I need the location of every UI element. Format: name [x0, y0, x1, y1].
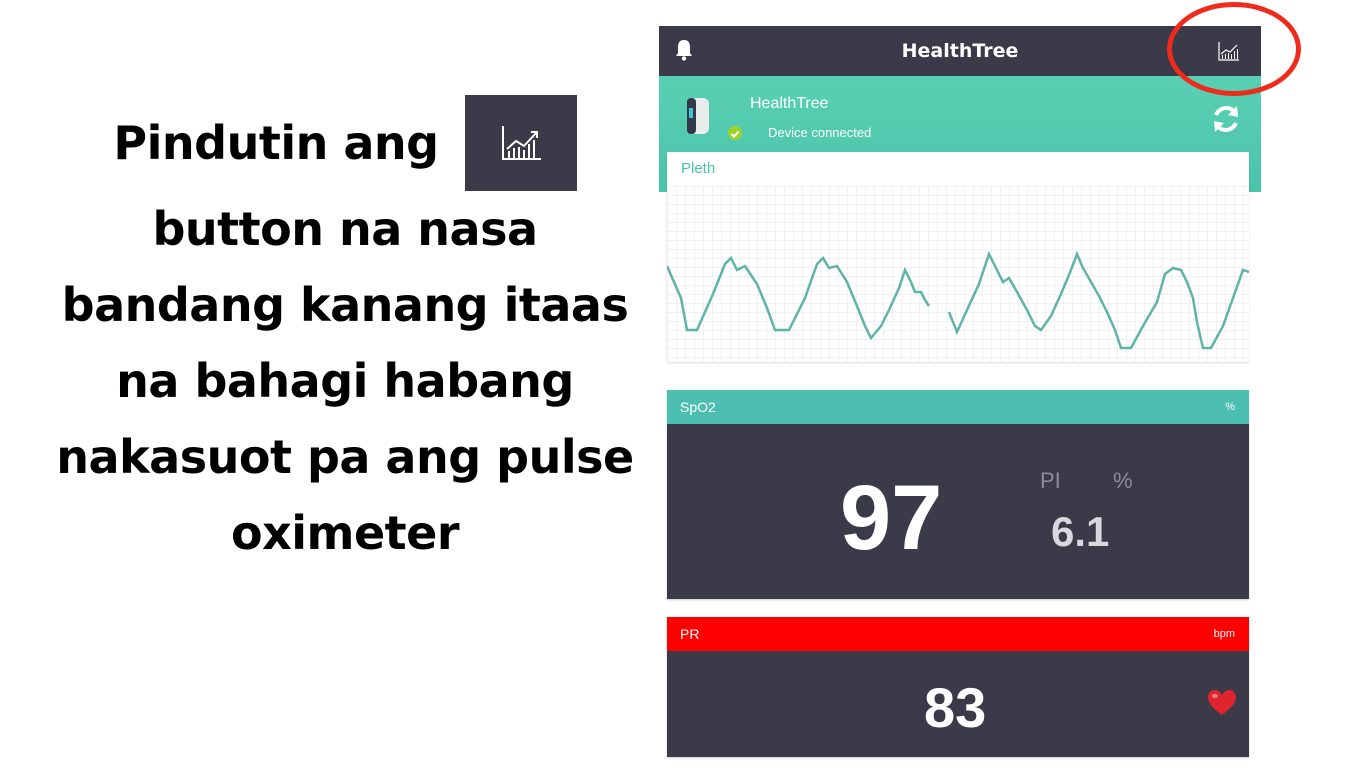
instruction-chart-button-image — [464, 95, 577, 191]
instruction-line: na bahagi habang — [116, 354, 574, 408]
spo2-unit: % — [1225, 401, 1235, 413]
instruction-line1-text: Pindutin ang — [113, 116, 439, 170]
pi-unit: % — [1113, 468, 1133, 493]
spo2-card-header: SpO2 % — [667, 390, 1249, 424]
heart-icon — [1208, 690, 1236, 715]
refresh-icon[interactable] — [1209, 102, 1243, 136]
instruction-line: nakasuot pa ang pulse — [56, 430, 634, 484]
highlight-circle — [1167, 2, 1301, 96]
pr-card-header: PR bpm — [667, 617, 1249, 651]
pi-label: PI — [1040, 468, 1061, 493]
instruction-line1: Pindutin ang — [40, 95, 650, 191]
device-status: Device connected — [768, 125, 872, 140]
bar-chart-trend-icon — [501, 126, 541, 160]
spo2-card: SpO2 % 97 PI % 6.1 — [667, 390, 1249, 599]
instruction-line: oximeter — [230, 506, 460, 560]
device-name: HealthTree — [750, 95, 829, 112]
instruction-text: Pindutin ang button na nasa bandang kana… — [40, 95, 650, 571]
spo2-label: SpO2 — [680, 399, 716, 415]
pleth-waveform — [667, 186, 1249, 362]
pr-unit: bpm — [1213, 628, 1235, 640]
app-title: HealthTree — [901, 40, 1019, 62]
bell-icon[interactable] — [673, 38, 695, 62]
pulse-oximeter-device-icon — [687, 98, 709, 134]
pr-value: 83 — [924, 676, 987, 739]
check-circle-icon — [728, 126, 742, 140]
pr-card: PR bpm 83 — [667, 617, 1249, 757]
pleth-panel: Pleth — [667, 152, 1249, 362]
healthtree-app: HealthTree HealthTree Device connected P… — [659, 26, 1261, 768]
instruction-line: bandang kanang itaas — [61, 278, 629, 332]
instruction-line: button na nasa — [152, 202, 538, 256]
pi-value: 6.1 — [1051, 508, 1110, 555]
pr-label: PR — [680, 626, 700, 642]
pleth-label: Pleth — [681, 160, 716, 177]
spo2-value: 97 — [840, 467, 943, 569]
